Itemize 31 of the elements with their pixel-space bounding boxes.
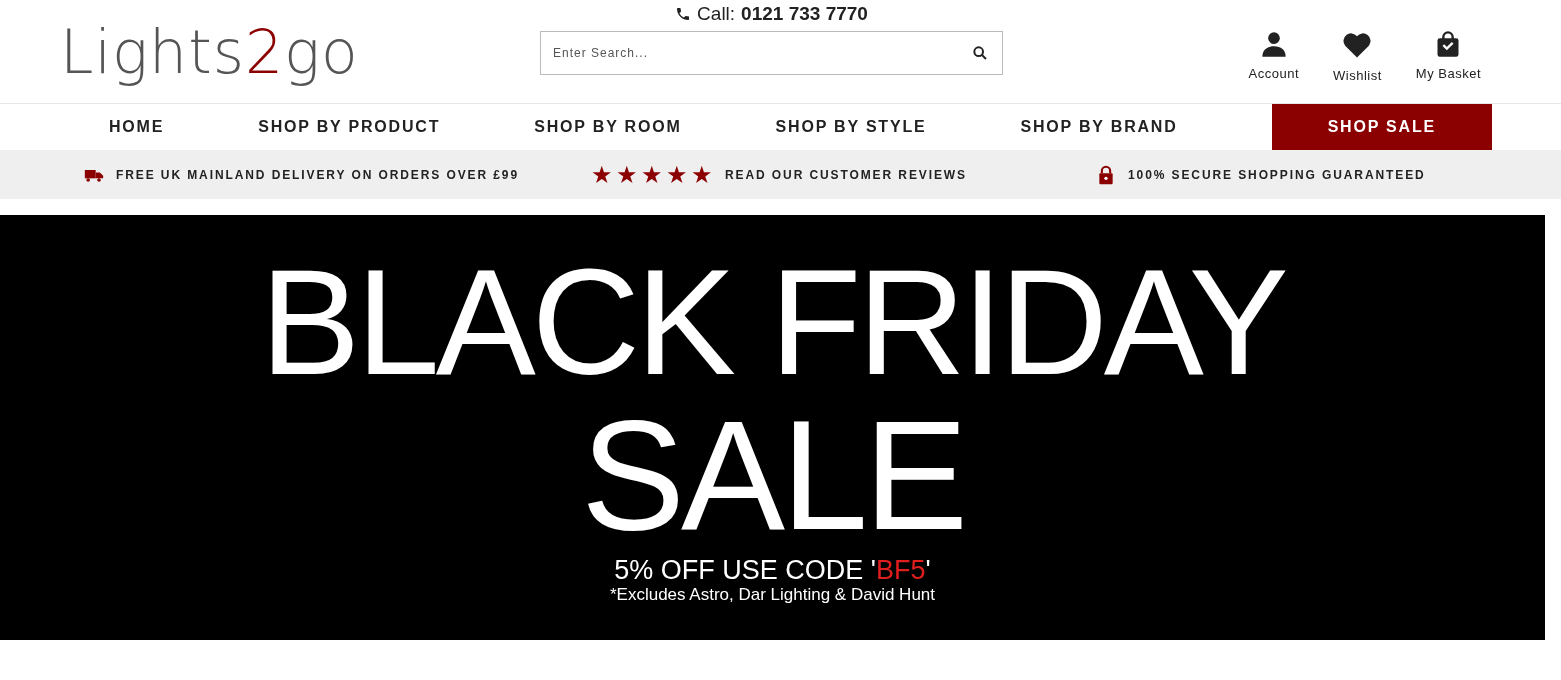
promo-code-text: 5% OFF USE CODE 'BF5' <box>614 555 931 585</box>
phone-label: Call: <box>697 2 736 25</box>
phone-number[interactable]: 0121 733 7770 <box>741 2 868 25</box>
star-icon: ★ <box>641 162 663 187</box>
banner-headline: SALE <box>581 401 964 549</box>
basket-link[interactable]: My Basket <box>1415 30 1481 83</box>
sale-banner[interactable]: BLACK FRIDAY SALE 5% OFF USE CODE 'BF5' *Excludes Astro, Dar Lighting & David Hunt <box>0 215 1545 640</box>
wishlist-link[interactable]: Wishlist <box>1333 30 1382 83</box>
phone-icon <box>675 5 692 22</box>
star-icon: ★ <box>691 162 713 187</box>
search-icon <box>972 44 988 61</box>
menu-link[interactable]: HOME <box>109 104 165 150</box>
sale-menu-button[interactable]: SHOP SALE <box>1271 104 1492 150</box>
reviews-link[interactable]: READ OUR CUSTOMER REVIEWS <box>725 167 967 182</box>
usp-text: 100% SECURE SHOPPING GUARANTEED <box>1128 167 1426 182</box>
menu-link[interactable]: SHOP BY ROOM <box>534 104 682 150</box>
menu-link[interactable]: SHOP BY PRODUCT <box>258 104 441 150</box>
usp-text: FREE UK MAINLAND DELIVERY ON ORDERS OVER £99 <box>116 167 519 182</box>
menu-link[interactable]: SHOP BY STYLE <box>775 104 927 150</box>
person-icon <box>1259 30 1288 58</box>
search-field[interactable]: Enter Search... <box>540 30 1003 75</box>
account-link[interactable]: Account <box>1248 30 1300 83</box>
menu-link[interactable]: SHOP BY BRAND <box>1020 104 1178 150</box>
star-icon: ★ <box>591 162 613 187</box>
padlock-icon <box>1096 164 1116 185</box>
banner-headline: BLACK FRIDAY <box>260 243 1285 401</box>
star-rating[interactable]: ★★★★★ <box>591 162 713 187</box>
star-icon: ★ <box>666 162 688 187</box>
star-icon: ★ <box>616 162 638 187</box>
exclusions-note: *Excludes Astro, Dar Lighting & David Hunt <box>609 585 936 605</box>
heart-icon <box>1342 30 1373 60</box>
